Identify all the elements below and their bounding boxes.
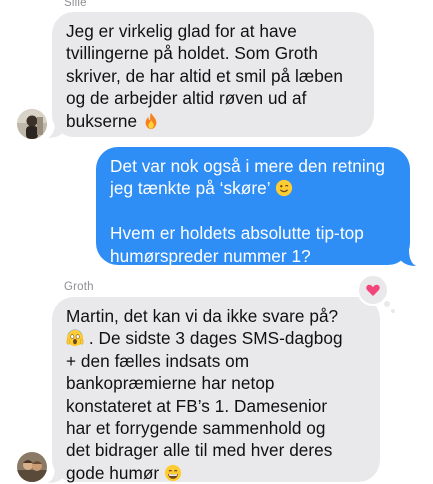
message-line: Hvem er holdets absolutte tip-top xyxy=(110,223,364,244)
message-line: bukserne xyxy=(66,110,360,132)
fire-emoji xyxy=(142,112,160,130)
bubble-tail xyxy=(400,249,416,266)
message-line: bankopræmierne har netop xyxy=(66,373,275,394)
bubble-tail xyxy=(48,121,64,138)
bubble-tail xyxy=(48,466,64,483)
message-line: + den fælles indsats om xyxy=(66,350,250,371)
grinning-face-emoji xyxy=(164,464,182,482)
message-line: konstateret at FB’s 1. Damesenior xyxy=(66,395,328,416)
message-line: tvillingerne på holdet. Som Groth xyxy=(66,43,318,64)
message-line: Jeg er virkelig glad for at have xyxy=(66,21,297,41)
message-text: bukserne xyxy=(66,110,138,131)
message-line: jeg tænkte på ‘skøre’ xyxy=(110,177,396,199)
message-bubble-groth[interactable]: Martin, det kan vi da ikke svare på? . D… xyxy=(52,297,380,484)
message-line: skriver, de har altid et smil på læben xyxy=(66,65,344,86)
message-text: . De sidste 3 dages SMS-dagbog xyxy=(88,328,343,349)
message-line: . De sidste 3 dages SMS-dagbog xyxy=(66,327,366,349)
message-text: jeg tænkte på ‘skøre’ xyxy=(110,178,270,199)
avatar-sille[interactable] xyxy=(17,109,47,139)
tapback-bubble-dot xyxy=(391,309,395,313)
message-bubble-sille[interactable]: Jeg er virkelig glad for at have tvillin… xyxy=(52,12,374,137)
message-line: gode humør xyxy=(66,462,366,484)
sender-name-sille: Sille xyxy=(64,0,87,9)
screaming-face-emoji xyxy=(66,329,84,347)
message-bubble-outgoing[interactable]: Det var nok også i mere den retning jeg … xyxy=(96,147,410,266)
message-line: Martin, det kan vi da ikke svare på? xyxy=(66,306,339,326)
heart-icon xyxy=(365,282,381,298)
message-line: humørspreder nummer 1? xyxy=(110,245,311,266)
avatar-groth[interactable] xyxy=(17,452,47,482)
message-line: og de arbejder altid røven ud af xyxy=(66,88,307,109)
message-line: Det var nok også i mere den retning xyxy=(110,156,385,176)
message-line: det bidrager alle til med hver deres xyxy=(66,440,333,461)
message-line: har et forrygende sammenhold og xyxy=(66,418,326,439)
message-text: gode humør xyxy=(66,462,160,483)
tapback-bubble-dot xyxy=(383,300,391,308)
sender-name-groth: Groth xyxy=(64,281,94,293)
winking-face-emoji xyxy=(275,179,293,197)
